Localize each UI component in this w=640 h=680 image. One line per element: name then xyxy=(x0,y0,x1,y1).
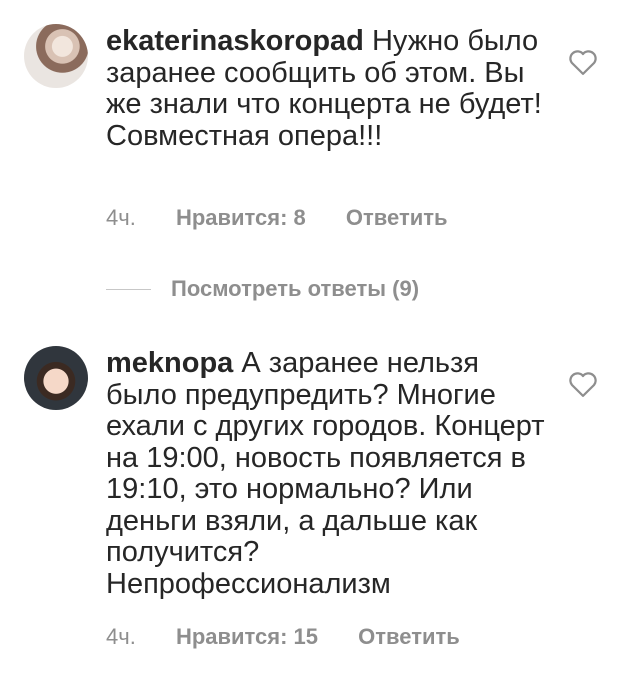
view-replies-label: Посмотреть ответы (9) xyxy=(171,276,420,301)
reply-button[interactable]: Ответить xyxy=(346,205,448,231)
heart-icon[interactable] xyxy=(568,370,598,398)
view-replies-button[interactable]: Посмотреть ответы (9) xyxy=(106,276,419,302)
comment-time[interactable]: 4ч. xyxy=(106,624,136,650)
comment-text: А заранее нельзя было предупредить? Мног… xyxy=(106,347,545,600)
divider xyxy=(106,288,151,290)
comment-likes[interactable]: Нравится: 8 xyxy=(176,205,306,231)
heart-icon[interactable] xyxy=(568,48,598,76)
avatar[interactable] xyxy=(24,346,88,410)
comment-meta: 4ч. Нравится: 8 Ответить xyxy=(106,205,448,231)
comment-body: meknopa А заранее нельзя было предупреди… xyxy=(106,347,546,600)
comment-likes[interactable]: Нравится: 15 xyxy=(176,624,318,650)
comment-time[interactable]: 4ч. xyxy=(106,205,136,231)
comment-meta: 4ч. Нравится: 15 Ответить xyxy=(106,624,460,650)
comment-body: ekaterinaskoropad Нужно было заранее соо… xyxy=(106,25,546,152)
comment-username[interactable]: meknopa xyxy=(106,347,233,379)
avatar[interactable] xyxy=(24,24,88,88)
comment-username[interactable]: ekaterinaskoropad xyxy=(106,25,364,57)
reply-button[interactable]: Ответить xyxy=(358,624,460,650)
